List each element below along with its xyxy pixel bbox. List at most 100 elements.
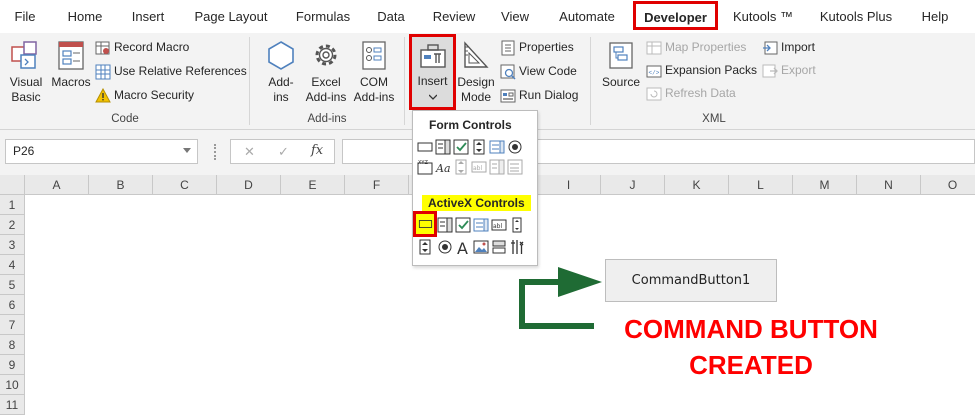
tab-file[interactable]: File <box>8 0 42 33</box>
form-combo-box-icon[interactable] <box>435 139 451 155</box>
insert-function-icon[interactable]: fx <box>311 143 323 158</box>
tab-developer[interactable]: Developer <box>633 1 718 30</box>
tab-kutools-plus[interactable]: Kutools Plus <box>816 0 896 33</box>
svg-text:XYZ: XYZ <box>418 160 428 166</box>
activex-option-button-icon[interactable] <box>437 239 453 255</box>
macro-security-button[interactable]: Macro Security <box>95 85 194 105</box>
column-header[interactable]: A <box>25 175 89 195</box>
row-header[interactable]: 1 <box>0 195 25 215</box>
row-header[interactable]: 5 <box>0 275 25 295</box>
activex-list-box-icon[interactable] <box>473 217 489 233</box>
form-text-field-icon[interactable]: abl <box>471 159 487 175</box>
activex-command-button-control[interactable] <box>413 211 437 237</box>
xml-group-label: XML <box>702 113 726 125</box>
tab-review[interactable]: Review <box>428 0 480 33</box>
form-list-box-icon[interactable] <box>489 139 505 155</box>
use-relative-references-button[interactable]: Use Relative References <box>95 61 247 81</box>
visual-basic-button[interactable]: Visual Basic <box>4 39 48 105</box>
column-header[interactable]: F <box>345 175 409 195</box>
refresh-data-button[interactable]: Refresh Data <box>646 83 736 103</box>
formula-buttons: ✕ ✓ fx <box>230 139 335 164</box>
column-header[interactable]: B <box>89 175 153 195</box>
activex-spin-button-icon[interactable] <box>417 239 433 255</box>
row-header[interactable]: 10 <box>0 375 25 395</box>
tab-view[interactable]: View <box>496 0 534 33</box>
activex-image-icon[interactable] <box>473 239 489 255</box>
name-box-value: P26 <box>13 144 35 158</box>
view-code-button[interactable]: View Code <box>500 61 577 81</box>
more-controls-icon[interactable] <box>509 239 525 255</box>
row-header[interactable]: 7 <box>0 315 25 335</box>
macros-button[interactable]: Macros <box>50 39 92 90</box>
activex-toggle-button-icon[interactable] <box>491 239 507 255</box>
design-mode-button[interactable]: Design Mode <box>456 39 496 105</box>
export-button[interactable]: Export <box>762 60 816 80</box>
column-header[interactable]: E <box>281 175 345 195</box>
row-header[interactable]: 2 <box>0 215 25 235</box>
row-header[interactable]: 6 <box>0 295 25 315</box>
enter-icon[interactable]: ✓ <box>278 144 289 160</box>
form-checkbox-icon[interactable] <box>453 139 469 155</box>
column-header[interactable]: C <box>153 175 217 195</box>
activex-checkbox-icon[interactable] <box>455 217 471 233</box>
column-header[interactable]: J <box>601 175 665 195</box>
chevron-down-icon[interactable] <box>183 148 191 154</box>
column-header[interactable]: L <box>729 175 793 195</box>
tab-page-layout[interactable]: Page Layout <box>190 0 272 33</box>
row-header[interactable]: 8 <box>0 335 25 355</box>
form-spin-button-icon[interactable] <box>471 139 487 155</box>
form-button-icon[interactable] <box>417 139 433 155</box>
tab-automate[interactable]: Automate <box>552 0 622 33</box>
form-combo-list-icon[interactable] <box>489 159 505 175</box>
warning-icon <box>95 87 111 103</box>
row-header[interactable]: 3 <box>0 235 25 255</box>
row-header[interactable]: 4 <box>0 255 25 275</box>
svg-text:</>: </> <box>649 69 660 76</box>
column-header[interactable]: D <box>217 175 281 195</box>
insert-controls-button[interactable]: Insert <box>409 34 456 110</box>
activex-combo-box-icon[interactable] <box>437 217 453 233</box>
import-button[interactable]: Import <box>762 37 815 57</box>
activex-label-icon[interactable]: A <box>455 239 471 255</box>
row-header[interactable]: 9 <box>0 355 25 375</box>
tab-data[interactable]: Data <box>372 0 410 33</box>
activex-text-box-icon[interactable]: abl <box>491 217 507 233</box>
column-header[interactable]: K <box>665 175 729 195</box>
form-label-icon[interactable]: Aa <box>435 159 451 175</box>
activex-scroll-bar-icon[interactable] <box>509 217 525 233</box>
map-properties-icon <box>646 41 662 55</box>
source-button[interactable]: Source <box>598 39 644 90</box>
form-group-box-icon[interactable]: XYZ <box>417 159 433 175</box>
name-box[interactable]: P26 <box>5 139 198 164</box>
expansion-packs-button[interactable]: </> Expansion Packs <box>646 60 757 80</box>
formula-bar-grip[interactable] <box>214 144 217 160</box>
column-header[interactable]: M <box>793 175 857 195</box>
design-mode-label-1: Design <box>457 75 495 89</box>
form-option-button-icon[interactable] <box>507 139 523 155</box>
form-scroll-bar-icon[interactable] <box>453 159 469 175</box>
column-header[interactable]: N <box>857 175 921 195</box>
add-ins-button[interactable]: Add- ins <box>258 39 304 105</box>
cancel-icon[interactable]: ✕ <box>244 144 255 160</box>
select-all-corner[interactable] <box>0 175 25 195</box>
visual-basic-icon <box>11 41 37 69</box>
map-properties-button[interactable]: Map Properties <box>646 37 746 57</box>
form-combo-dropdown-icon[interactable] <box>507 159 523 175</box>
excel-add-ins-label-1: Excel <box>311 75 341 89</box>
record-macro-button[interactable]: Record Macro <box>95 37 189 57</box>
command-button[interactable]: CommandButton1 <box>605 259 777 302</box>
tab-home[interactable]: Home <box>62 0 108 33</box>
run-dialog-button[interactable]: Run Dialog <box>500 85 578 105</box>
tab-kutools[interactable]: Kutools ™ <box>730 0 796 33</box>
row-header[interactable]: 11 <box>0 395 25 415</box>
properties-button[interactable]: Properties <box>500 37 574 57</box>
com-add-ins-button[interactable]: COM Add-ins <box>350 39 398 105</box>
tab-help[interactable]: Help <box>916 0 954 33</box>
source-label: Source <box>601 75 641 89</box>
column-header[interactable]: I <box>537 175 601 195</box>
svg-text:Aa: Aa <box>435 162 451 175</box>
tab-insert[interactable]: Insert <box>124 0 172 33</box>
excel-add-ins-button[interactable]: Excel Add-ins <box>302 39 350 105</box>
tab-formulas[interactable]: Formulas <box>290 0 356 33</box>
column-header[interactable]: O <box>921 175 975 195</box>
